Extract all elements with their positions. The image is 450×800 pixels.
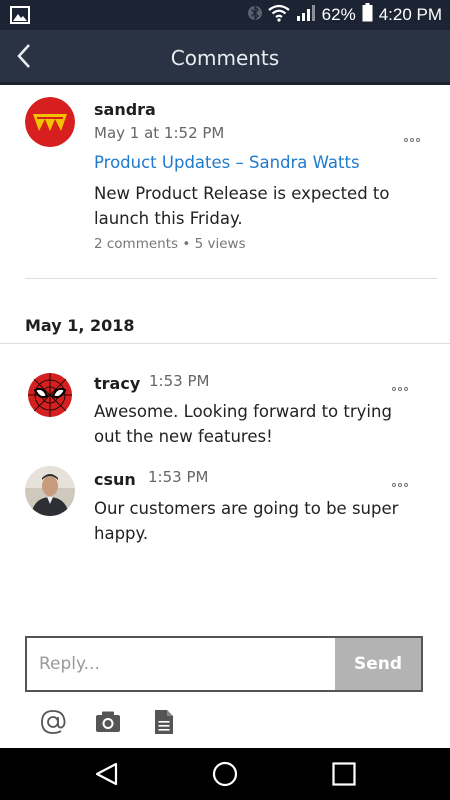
post-more-options-button[interactable] [404,127,430,142]
nav-back-button[interactable] [92,760,120,788]
comment-body: Awesome. Looking forward to trying out t… [94,399,392,449]
group-link[interactable]: Product Updates [94,153,230,172]
post-body-line: launch this Friday. [94,209,243,228]
comment-body-line: Our customers are going to be super [94,499,399,518]
nav-recents-button[interactable] [330,760,358,788]
back-triangle-icon [95,762,118,786]
home-circle-icon [212,761,238,787]
reply-input[interactable] [27,638,335,690]
mention-button[interactable] [39,708,67,736]
attach-file-button[interactable] [150,708,178,736]
battery-percent: 62% [321,5,356,24]
date-header: May 1, 2018 [25,316,135,335]
clock: 4:20 PM [378,5,442,24]
comment-body: Our customers are going to be super happ… [94,496,398,546]
comment-author[interactable]: tracy [94,374,140,393]
post-stats: 2 comments • 5 views [94,236,246,252]
spiderman-mask-icon [25,370,75,420]
comment-time: 1:53 PM [148,468,209,486]
person-link[interactable]: Sandra Watts [249,153,360,172]
battery-icon [362,3,373,27]
comment-time: 1:53 PM [149,372,210,390]
comment-body-line: Awesome. Looking forward to trying [94,402,392,421]
signal-icon [296,4,316,27]
comment-body-line: out the new features! [94,427,273,446]
bluetooth-icon [247,3,262,28]
camera-button[interactable] [94,708,122,736]
back-button[interactable] [12,41,38,71]
avatar-sandra[interactable] [25,97,75,147]
status-bar: 62% 4:20 PM [0,0,450,30]
avatar-csun[interactable] [25,466,75,516]
at-icon [41,710,66,734]
comments-screen: 62% 4:20 PM Comments sandra May 1 at 1:5 [0,0,450,800]
comment-more-options-button[interactable] [392,376,418,391]
send-button[interactable]: Send [335,638,421,690]
comment-body-line: happy. [94,524,149,543]
post-body: New Product Release is expected to launc… [94,181,390,231]
post-timestamp: May 1 at 1:52 PM [94,124,225,142]
file-icon [155,710,173,734]
nav-home-button[interactable] [211,760,239,788]
page-title: Comments [170,46,280,70]
comment-more-options-button[interactable] [392,472,418,487]
wonder-woman-logo-icon [25,97,75,147]
link-separator: – [235,153,244,172]
divider [25,278,437,279]
camera-icon [96,711,120,732]
comment-author[interactable]: csun [94,470,136,489]
post-context-links: Product Updates – Sandra Watts [94,153,360,172]
wifi-icon [267,4,290,27]
chevron-left-icon [17,44,30,68]
reply-composer: Send [25,636,423,692]
post-author[interactable]: sandra [94,100,156,119]
post-body-line: New Product Release is expected to [94,184,390,203]
recents-square-icon [332,762,356,786]
avatar-tracy[interactable] [25,370,75,420]
divider [0,343,450,344]
user-photo-icon [25,466,75,516]
gallery-icon [10,6,30,29]
app-header: Comments [0,30,450,85]
system-nav-bar [0,748,450,800]
